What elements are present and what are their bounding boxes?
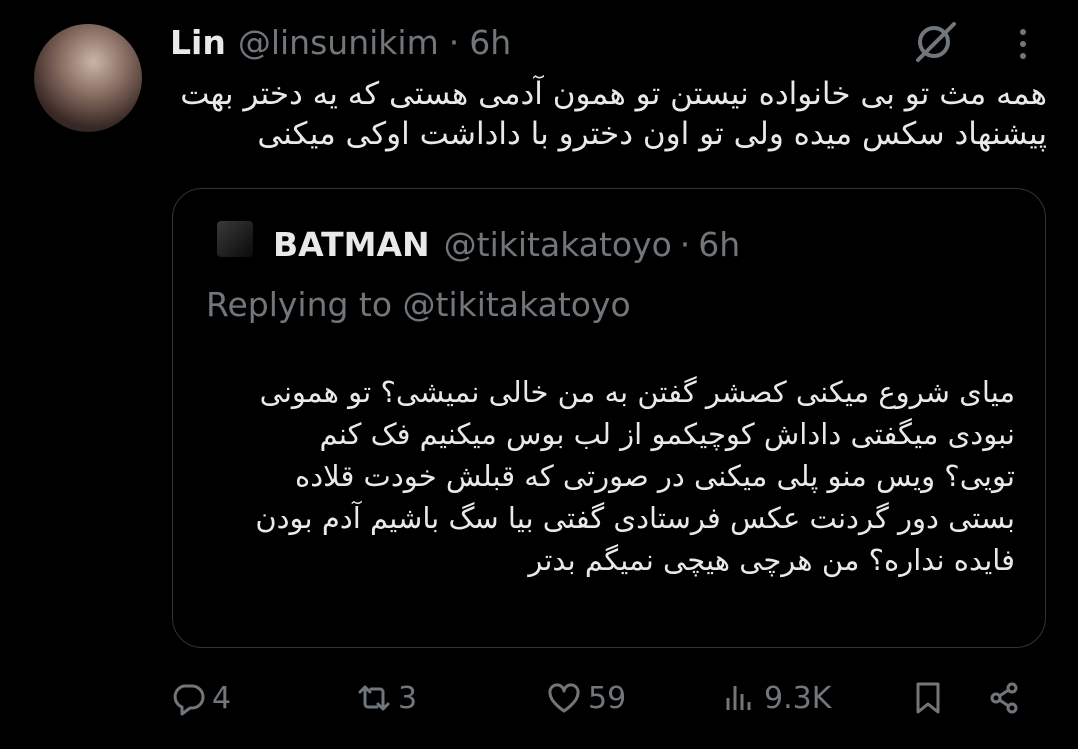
author-avatar[interactable] bbox=[34, 24, 142, 132]
tweet-time[interactable]: 6h bbox=[469, 23, 511, 62]
author-handle[interactable]: @linsunikim bbox=[238, 23, 439, 62]
retweet-count: 3 bbox=[398, 680, 418, 716]
share-button[interactable] bbox=[986, 668, 1022, 728]
author-name[interactable]: Lin bbox=[170, 23, 226, 62]
quoted-tweet-header: BATMAN @tikitakatoyo · 6h bbox=[273, 221, 740, 267]
reply-button[interactable]: 4 bbox=[170, 668, 231, 728]
replying-to-label: Replying to @tikitakatoyo bbox=[206, 285, 631, 324]
bookmark-icon bbox=[916, 682, 940, 714]
quoted-author-avatar[interactable] bbox=[217, 221, 253, 257]
grok-icon[interactable] bbox=[912, 18, 958, 64]
retweet-button[interactable]: 3 bbox=[356, 668, 417, 728]
like-button[interactable]: 59 bbox=[546, 668, 626, 728]
more-options-icon[interactable] bbox=[1008, 24, 1038, 64]
reply-count: 4 bbox=[212, 680, 232, 716]
tweet-header: Lin @linsunikim · 6h bbox=[170, 22, 511, 62]
quoted-author-handle[interactable]: @tikitakatoyo bbox=[444, 225, 672, 264]
quoted-tweet[interactable]: BATMAN @tikitakatoyo · 6h Replying to @t… bbox=[172, 188, 1046, 648]
bookmark-button[interactable] bbox=[910, 668, 946, 728]
views-count: 9.3K bbox=[764, 680, 832, 716]
share-icon bbox=[990, 682, 1018, 714]
like-count: 59 bbox=[588, 680, 627, 716]
quoted-tweet-text: میای شروع میکنی کصشر گفتن به من خالی نمی… bbox=[255, 375, 1015, 577]
views-icon bbox=[726, 686, 751, 710]
action-bar: 4 3 59 9.3K bbox=[170, 668, 1030, 728]
views-button[interactable]: 9.3K bbox=[722, 668, 831, 728]
quoted-author-name[interactable]: BATMAN bbox=[273, 225, 430, 264]
retweet-icon bbox=[358, 685, 390, 711]
quoted-header-separator: · bbox=[679, 224, 691, 264]
quoted-tweet-time: 6h bbox=[698, 224, 741, 264]
reply-icon bbox=[173, 684, 205, 716]
header-separator: · bbox=[448, 22, 460, 62]
heart-icon bbox=[548, 683, 580, 713]
tweet-text: همه مث تو بی خانواده نیستن تو همون آدمی … bbox=[180, 76, 1047, 152]
